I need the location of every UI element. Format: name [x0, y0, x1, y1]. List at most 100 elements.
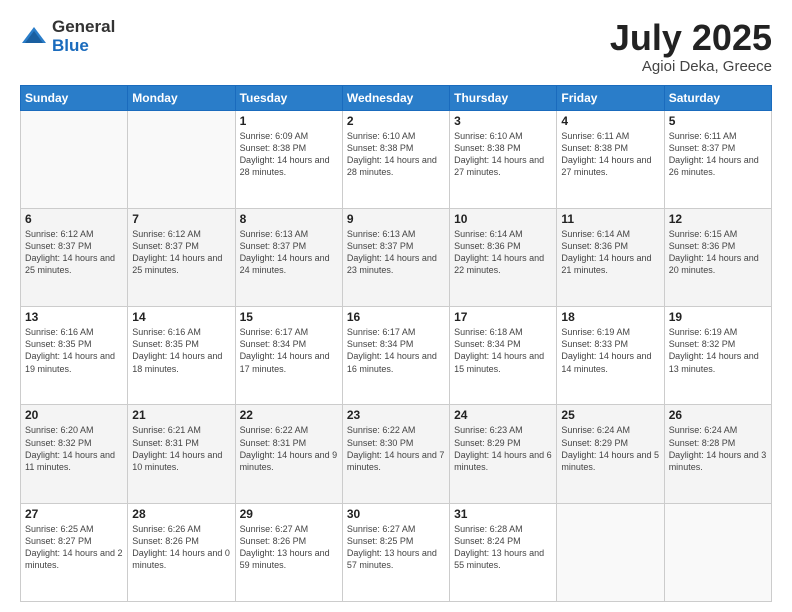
table-row: 22 Sunrise: 6:22 AM Sunset: 8:31 PM Dayli…	[235, 405, 342, 503]
day-number: 8	[240, 212, 338, 226]
table-row: 23 Sunrise: 6:22 AM Sunset: 8:30 PM Dayli…	[342, 405, 449, 503]
table-row: 17 Sunrise: 6:18 AM Sunset: 8:34 PM Dayli…	[450, 307, 557, 405]
cell-info: Sunrise: 6:11 AM Sunset: 8:38 PM Dayligh…	[561, 130, 659, 179]
calendar-table: Sunday Monday Tuesday Wednesday Thursday…	[20, 85, 772, 602]
cell-info: Sunrise: 6:22 AM Sunset: 8:30 PM Dayligh…	[347, 424, 445, 473]
day-number: 15	[240, 310, 338, 324]
day-number: 5	[669, 114, 767, 128]
cell-info: Sunrise: 6:16 AM Sunset: 8:35 PM Dayligh…	[25, 326, 123, 375]
cell-info: Sunrise: 6:17 AM Sunset: 8:34 PM Dayligh…	[347, 326, 445, 375]
day-number: 26	[669, 408, 767, 422]
logo: General Blue	[20, 18, 115, 55]
logo-general: General	[52, 18, 115, 37]
cell-info: Sunrise: 6:12 AM Sunset: 8:37 PM Dayligh…	[132, 228, 230, 277]
table-row: 21Sunrise: 6:21 AM Sunset: 8:31 PM Dayli…	[128, 405, 235, 503]
cell-info: Sunrise: 6:10 AM Sunset: 8:38 PM Dayligh…	[454, 130, 552, 179]
table-row: 15Sunrise: 6:17 AM Sunset: 8:34 PM Dayli…	[235, 307, 342, 405]
cell-info: Sunrise: 6:25 AM Sunset: 8:27 PM Dayligh…	[25, 523, 123, 572]
title-month: July 2025	[610, 18, 772, 58]
table-row: 26 Sunrise: 6:24 AM Sunset: 8:28 PM Dayli…	[664, 405, 771, 503]
calendar-week-row: 13Sunrise: 6:16 AM Sunset: 8:35 PM Dayli…	[21, 307, 772, 405]
day-number: 10	[454, 212, 552, 226]
col-thursday: Thursday	[450, 85, 557, 110]
table-row: 31 Sunrise: 6:28 AM Sunset: 8:24 PM Dayli…	[450, 503, 557, 601]
table-row: 27 Sunrise: 6:25 AM Sunset: 8:27 PM Dayli…	[21, 503, 128, 601]
table-row: 6Sunrise: 6:12 AM Sunset: 8:37 PM Daylig…	[21, 208, 128, 306]
cell-info: Sunrise: 6:23 AM Sunset: 8:29 PM Dayligh…	[454, 424, 552, 473]
table-row: 25 Sunrise: 6:24 AM Sunset: 8:29 PM Dayli…	[557, 405, 664, 503]
day-number: 19	[669, 310, 767, 324]
col-friday: Friday	[557, 85, 664, 110]
table-row: 7 Sunrise: 6:12 AM Sunset: 8:37 PM Daylig…	[128, 208, 235, 306]
table-row: 10 Sunrise: 6:14 AM Sunset: 8:36 PM Dayli…	[450, 208, 557, 306]
table-row: 12 Sunrise: 6:15 AM Sunset: 8:36 PM Dayli…	[664, 208, 771, 306]
cell-info: Sunrise: 6:14 AM Sunset: 8:36 PM Dayligh…	[454, 228, 552, 277]
calendar-header-row: Sunday Monday Tuesday Wednesday Thursday…	[21, 85, 772, 110]
table-row: 9Sunrise: 6:13 AM Sunset: 8:37 PM Daylig…	[342, 208, 449, 306]
day-number: 17	[454, 310, 552, 324]
cell-info: Sunrise: 6:24 AM Sunset: 8:29 PM Dayligh…	[561, 424, 659, 473]
day-number: 22	[240, 408, 338, 422]
cell-info: Sunrise: 6:13 AM Sunset: 8:37 PM Dayligh…	[347, 228, 445, 277]
cell-info: Sunrise: 6:11 AM Sunset: 8:37 PM Dayligh…	[669, 130, 767, 179]
cell-info: Sunrise: 6:24 AM Sunset: 8:28 PM Dayligh…	[669, 424, 767, 473]
table-row: 13Sunrise: 6:16 AM Sunset: 8:35 PM Dayli…	[21, 307, 128, 405]
table-row: 28 Sunrise: 6:26 AM Sunset: 8:26 PM Dayli…	[128, 503, 235, 601]
cell-info: Sunrise: 6:19 AM Sunset: 8:33 PM Dayligh…	[561, 326, 659, 375]
day-number: 12	[669, 212, 767, 226]
table-row: 29Sunrise: 6:27 AM Sunset: 8:26 PM Dayli…	[235, 503, 342, 601]
day-number: 6	[25, 212, 123, 226]
day-number: 28	[132, 507, 230, 521]
table-row: 30Sunrise: 6:27 AM Sunset: 8:25 PM Dayli…	[342, 503, 449, 601]
col-sunday: Sunday	[21, 85, 128, 110]
cell-info: Sunrise: 6:22 AM Sunset: 8:31 PM Dayligh…	[240, 424, 338, 473]
cell-info: Sunrise: 6:26 AM Sunset: 8:26 PM Dayligh…	[132, 523, 230, 572]
day-number: 1	[240, 114, 338, 128]
day-number: 14	[132, 310, 230, 324]
page: General Blue July 2025 Agioi Deka, Greec…	[0, 0, 792, 612]
title-block: July 2025 Agioi Deka, Greece	[610, 18, 772, 75]
table-row: 14Sunrise: 6:16 AM Sunset: 8:35 PM Dayli…	[128, 307, 235, 405]
day-number: 18	[561, 310, 659, 324]
day-number: 25	[561, 408, 659, 422]
day-number: 24	[454, 408, 552, 422]
table-row: 3Sunrise: 6:10 AM Sunset: 8:38 PM Daylig…	[450, 110, 557, 208]
col-saturday: Saturday	[664, 85, 771, 110]
cell-info: Sunrise: 6:19 AM Sunset: 8:32 PM Dayligh…	[669, 326, 767, 375]
col-wednesday: Wednesday	[342, 85, 449, 110]
cell-info: Sunrise: 6:14 AM Sunset: 8:36 PM Dayligh…	[561, 228, 659, 277]
table-row: 4Sunrise: 6:11 AM Sunset: 8:38 PM Daylig…	[557, 110, 664, 208]
day-number: 27	[25, 507, 123, 521]
logo-icon	[20, 23, 48, 51]
table-row	[128, 110, 235, 208]
day-number: 29	[240, 507, 338, 521]
table-row: 11 Sunrise: 6:14 AM Sunset: 8:36 PM Dayli…	[557, 208, 664, 306]
table-row	[664, 503, 771, 601]
cell-info: Sunrise: 6:27 AM Sunset: 8:25 PM Dayligh…	[347, 523, 445, 572]
cell-info: Sunrise: 6:20 AM Sunset: 8:32 PM Dayligh…	[25, 424, 123, 473]
table-row	[21, 110, 128, 208]
cell-info: Sunrise: 6:28 AM Sunset: 8:24 PM Dayligh…	[454, 523, 552, 572]
table-row: 18 Sunrise: 6:19 AM Sunset: 8:33 PM Dayli…	[557, 307, 664, 405]
table-row: 5 Sunrise: 6:11 AM Sunset: 8:37 PM Daylig…	[664, 110, 771, 208]
table-row: 8Sunrise: 6:13 AM Sunset: 8:37 PM Daylig…	[235, 208, 342, 306]
cell-info: Sunrise: 6:21 AM Sunset: 8:31 PM Dayligh…	[132, 424, 230, 473]
cell-info: Sunrise: 6:15 AM Sunset: 8:36 PM Dayligh…	[669, 228, 767, 277]
logo-blue: Blue	[52, 37, 115, 56]
col-tuesday: Tuesday	[235, 85, 342, 110]
title-location: Agioi Deka, Greece	[610, 58, 772, 75]
table-row: 20 Sunrise: 6:20 AM Sunset: 8:32 PM Dayli…	[21, 405, 128, 503]
day-number: 2	[347, 114, 445, 128]
cell-info: Sunrise: 6:18 AM Sunset: 8:34 PM Dayligh…	[454, 326, 552, 375]
logo-text: General Blue	[52, 18, 115, 55]
calendar-week-row: 20 Sunrise: 6:20 AM Sunset: 8:32 PM Dayli…	[21, 405, 772, 503]
day-number: 31	[454, 507, 552, 521]
cell-info: Sunrise: 6:09 AM Sunset: 8:38 PM Dayligh…	[240, 130, 338, 179]
day-number: 20	[25, 408, 123, 422]
day-number: 7	[132, 212, 230, 226]
table-row: 16Sunrise: 6:17 AM Sunset: 8:34 PM Dayli…	[342, 307, 449, 405]
table-row: 19 Sunrise: 6:19 AM Sunset: 8:32 PM Dayli…	[664, 307, 771, 405]
day-number: 23	[347, 408, 445, 422]
day-number: 11	[561, 212, 659, 226]
table-row: 24 Sunrise: 6:23 AM Sunset: 8:29 PM Dayli…	[450, 405, 557, 503]
